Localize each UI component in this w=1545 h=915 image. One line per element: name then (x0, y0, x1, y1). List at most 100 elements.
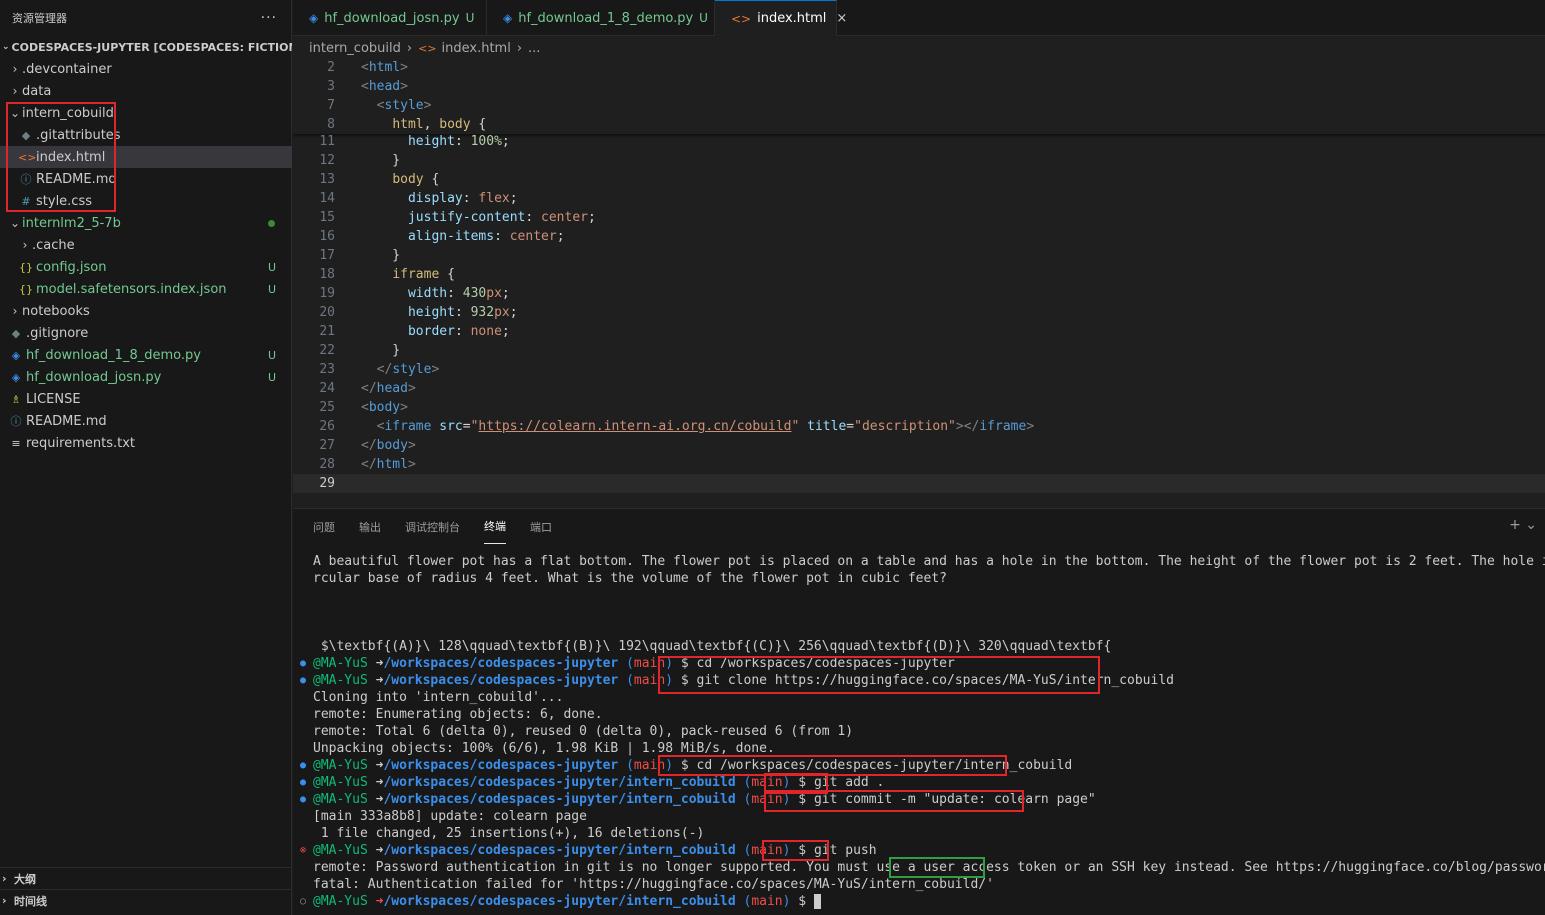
code-line: 16 align-items: center; (293, 227, 1545, 246)
git-icon: ◆ (21, 128, 31, 142)
tree-item-index-html[interactable]: <> index.html (0, 146, 292, 168)
code-text: width: 430px; (407, 286, 510, 301)
tab-hf-download-josn[interactable]: ◈ hf_download_josn.py U (293, 0, 487, 36)
tree-item-label: README.md (26, 413, 107, 429)
tree-item-hf-josn[interactable]: ◈ hf_download_josn.py U (0, 366, 292, 388)
line-number: 13 (319, 172, 335, 187)
close-icon[interactable]: × (836, 11, 847, 26)
code-text: } (361, 343, 401, 358)
tab-terminal[interactable]: 终端 (484, 509, 506, 544)
terminal-line: ● @MA-YuS ➜/workspaces/codespaces-jupyte… (293, 774, 1545, 791)
code-line: 24 </head> (293, 379, 1545, 398)
tree-item-data[interactable]: › data (0, 80, 292, 102)
terminal-line: Unpacking objects: 100% (6/6), 1.98 KiB … (313, 741, 775, 756)
empty-dot-icon: ○ (299, 896, 307, 907)
line-number: 7 (327, 98, 335, 113)
code-text: body { (392, 172, 440, 187)
tree-item-requirements[interactable]: ≡ requirements.txt (0, 432, 292, 454)
chevron-right-icon: › (2, 872, 7, 885)
terminal-line: fatal: Authentication failed for 'https:… (313, 877, 994, 892)
tree-item-hf-demo[interactable]: ◈ hf_download_1_8_demo.py U (0, 344, 292, 366)
new-terminal-icon[interactable]: + ⌄ (1509, 517, 1537, 533)
terminal-line: rcular base of radius 4 feet. What is th… (313, 571, 947, 586)
tree-item-notebooks[interactable]: › notebooks (0, 300, 292, 322)
line-number: 16 (319, 229, 335, 244)
code-text: display: flex; (407, 191, 518, 206)
tab-index-html[interactable]: <> index.html × (715, 0, 847, 36)
tree-item-intern-cobuild[interactable]: ⌄ intern_cobuild (0, 102, 292, 124)
tree-item-license[interactable]: ♗ LICENSE (0, 388, 292, 410)
code-text: justify-content: center; (407, 210, 596, 225)
tree-item-label: notebooks (22, 303, 90, 319)
tree-item-gitattributes[interactable]: ◆ .gitattributes (0, 124, 292, 146)
breadcrumb-more[interactable]: ... (528, 41, 540, 56)
terminal-line: ● @MA-YuS ➜/workspaces/codespaces-jupyte… (293, 791, 1545, 808)
python-icon: ◈ (503, 11, 513, 25)
text-icon: ≡ (11, 436, 21, 450)
git-status-badge: U (699, 11, 708, 25)
code-line: 15 justify-content: center; (293, 208, 1545, 227)
code-editor[interactable]: 2 <html> 3 <head> 7 <style> 8 html, body… (293, 58, 1545, 508)
line-number: 17 (319, 248, 335, 263)
breadcrumb-file[interactable]: index.html (442, 41, 511, 56)
file-tree: › .devcontainer › data ⌄ intern_cobuild … (0, 58, 292, 454)
line-number: 12 (319, 153, 335, 168)
explorer-sidebar: 资源管理器 ··· ⌄ CODESPACES-JUPYTER [CODESPAC… (0, 0, 292, 915)
tree-item-readme[interactable]: ⓘ README.md (0, 410, 292, 432)
python-icon: ◈ (11, 348, 21, 362)
code-line: 11 height: 100%; (293, 132, 1545, 151)
code-text: <style> (376, 98, 432, 113)
terminal-line: remote: Total 6 (delta 0), reused 0 (del… (313, 724, 854, 739)
tab-debug-console[interactable]: 调试控制台 (405, 509, 460, 544)
code-text: <body> (361, 400, 408, 415)
line-number: 2 (327, 60, 335, 75)
terminal-line: ● @MA-YuS ➜/workspaces/codespaces-jupyte… (293, 655, 1545, 672)
line-number: 21 (319, 324, 335, 339)
success-dot-icon: ● (299, 794, 307, 805)
tree-item-label: data (22, 83, 52, 99)
code-line: 20 height: 932px; (293, 303, 1545, 322)
tab-output[interactable]: 输出 (359, 509, 381, 544)
workspace-section-header[interactable]: ⌄ CODESPACES-JUPYTER [CODESPACES: FICTIO… (0, 36, 292, 58)
tree-item-config-json[interactable]: {} config.json U (0, 256, 292, 278)
code-line: 21 border: none; (293, 322, 1545, 341)
tab-problems[interactable]: 问题 (313, 509, 335, 544)
code-text: } (361, 248, 401, 263)
line-number: 26 (319, 419, 335, 434)
outline-section[interactable]: › 大纲 (0, 867, 292, 889)
tree-item-label: .gitignore (26, 325, 89, 341)
tree-item-cache[interactable]: › .cache (0, 234, 292, 256)
git-status-badge: U (267, 370, 276, 384)
tab-hf-download-demo[interactable]: ◈ hf_download_1_8_demo.py U (487, 0, 715, 36)
breadcrumb-folder[interactable]: intern_cobuild (309, 41, 401, 56)
more-actions-icon[interactable]: ··· (261, 10, 277, 26)
code-text: height: 932px; (407, 305, 518, 320)
tree-item-label: intern_cobuild (22, 105, 114, 121)
line-number: 27 (319, 438, 335, 453)
line-number: 29 (319, 476, 335, 491)
tree-item-style-css[interactable]: # style.css (0, 190, 292, 212)
code-line: 3 <head> (293, 77, 1545, 96)
tree-item-gitignore[interactable]: ◆ .gitignore (0, 322, 292, 344)
git-modified-dot (268, 219, 275, 227)
tree-item-devcontainer[interactable]: › .devcontainer (0, 58, 292, 80)
html-icon: <> (418, 41, 437, 55)
tree-item-internlm[interactable]: ⌄ internlm2_5-7b (0, 212, 292, 234)
tab-ports[interactable]: 端口 (530, 509, 552, 544)
line-number: 11 (319, 134, 335, 149)
tree-item-label: config.json (36, 259, 107, 275)
tree-item-model-index[interactable]: {} model.safetensors.index.json U (0, 278, 292, 300)
error-dot-icon: ⊗ (299, 845, 307, 856)
timeline-section[interactable]: › 时间线 (0, 889, 292, 911)
code-line: 17 } (293, 246, 1545, 265)
git-status-badge: U (267, 260, 276, 274)
code-text: align-items: center; (407, 229, 565, 244)
terminal-line: [main 333a8b8] update: colearn page (313, 809, 587, 824)
chevron-right-icon: › (516, 40, 523, 56)
tree-item-readme-sub[interactable]: ⓘ README.md (0, 168, 292, 190)
line-number: 28 (319, 457, 335, 472)
code-line-current: 29 (293, 474, 1545, 493)
html-icon: <> (731, 11, 752, 26)
code-text: <html> (361, 60, 408, 75)
line-number: 19 (319, 286, 335, 301)
